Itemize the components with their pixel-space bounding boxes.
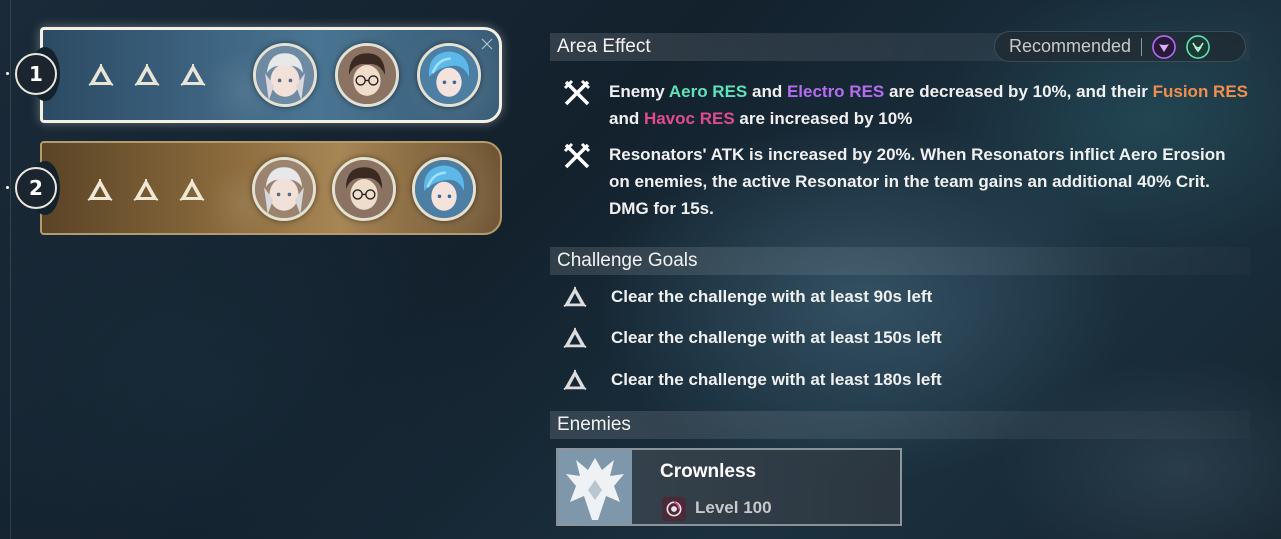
enemy-card-crownless[interactable]: Crownless Level 100 bbox=[556, 448, 902, 526]
area-effect-item-2: Resonators' ATK is increased by 20%. Whe… bbox=[562, 141, 1226, 218]
havoc-res-keyword: Havoc RES bbox=[643, 109, 735, 128]
enemy-name: Crownless bbox=[660, 461, 757, 482]
team-star-row bbox=[87, 62, 207, 88]
electro-res-keyword: Electro RES bbox=[786, 82, 885, 101]
expand-corner-icon bbox=[481, 38, 493, 50]
timeline-line bbox=[10, 0, 11, 539]
challenge-star-icon bbox=[179, 179, 205, 201]
challenge-goal-text: Clear the challenge with at least 90s le… bbox=[611, 287, 933, 306]
avatar-blue-haired-resonator[interactable] bbox=[417, 43, 481, 107]
havoc-element-icon bbox=[662, 497, 686, 521]
effect-text-segment: and bbox=[609, 109, 644, 128]
team-card-1[interactable] bbox=[40, 27, 502, 123]
area-effect-item-1: Enemy Aero RES and Electro RES are decre… bbox=[562, 78, 1248, 128]
team-number-badge: 2 bbox=[15, 167, 57, 209]
challenge-star-icon bbox=[134, 64, 160, 86]
challenge-goals-title: Challenge Goals bbox=[557, 250, 698, 271]
crossed-swords-icon bbox=[563, 142, 591, 169]
avatar-white-haired-resonator[interactable] bbox=[253, 43, 317, 107]
timeline-dot bbox=[6, 186, 9, 189]
challenge-star-icon bbox=[180, 64, 206, 86]
effect-text-segment: Enemy bbox=[609, 82, 669, 101]
challenge-goal-text: Clear the challenge with at least 150s l… bbox=[611, 328, 942, 347]
enemy-level: Level 100 bbox=[695, 498, 772, 517]
effect-text-segment: and bbox=[747, 82, 787, 101]
challenge-star-icon bbox=[563, 327, 587, 349]
team-number-badge: 1 bbox=[15, 53, 57, 95]
avatar-dark-haired-resonator-glasses[interactable] bbox=[335, 43, 399, 107]
avatar-dark-haired-resonator-glasses[interactable] bbox=[332, 157, 396, 221]
timeline-dot bbox=[6, 72, 9, 75]
aero-res-keyword: Aero RES bbox=[668, 82, 748, 101]
enemy-portrait bbox=[558, 450, 632, 524]
challenge-goals-header: Challenge Goals bbox=[550, 247, 1250, 275]
challenge-star-icon bbox=[133, 179, 159, 201]
area-effect-text-1: Enemy Aero RES and Electro RES are decre… bbox=[609, 78, 1249, 132]
enemies-title: Enemies bbox=[557, 414, 631, 435]
fusion-res-keyword: Fusion RES bbox=[1152, 82, 1249, 101]
challenge-star-icon bbox=[563, 369, 587, 391]
enemies-header: Enemies bbox=[550, 411, 1250, 439]
effect-text-segment: are increased by 10% bbox=[734, 109, 913, 128]
challenge-star-icon bbox=[87, 179, 113, 201]
crossed-swords-icon bbox=[563, 79, 591, 106]
effect-text-segment: are decreased by 10%, and their bbox=[884, 82, 1153, 101]
challenge-star-icon bbox=[563, 286, 587, 308]
challenge-star-icon bbox=[88, 64, 114, 86]
area-effect-title: Area Effect bbox=[557, 36, 651, 57]
avatar-white-haired-resonator[interactable] bbox=[252, 157, 316, 221]
area-effect-text-2: Resonators' ATK is increased by 20%. Whe… bbox=[609, 145, 1226, 218]
avatar-blue-haired-resonator[interactable] bbox=[412, 157, 476, 221]
challenge-goal-text: Clear the challenge with at least 180s l… bbox=[611, 370, 942, 389]
recommended-divider bbox=[1141, 37, 1143, 56]
havoc-element-icon[interactable] bbox=[1152, 34, 1177, 59]
aero-element-icon[interactable] bbox=[1186, 34, 1211, 59]
recommended-label: Recommended bbox=[1009, 36, 1132, 56]
recommended-elements[interactable]: Recommended bbox=[994, 31, 1246, 62]
team-star-row bbox=[86, 177, 206, 203]
team-card-2[interactable] bbox=[40, 141, 502, 235]
